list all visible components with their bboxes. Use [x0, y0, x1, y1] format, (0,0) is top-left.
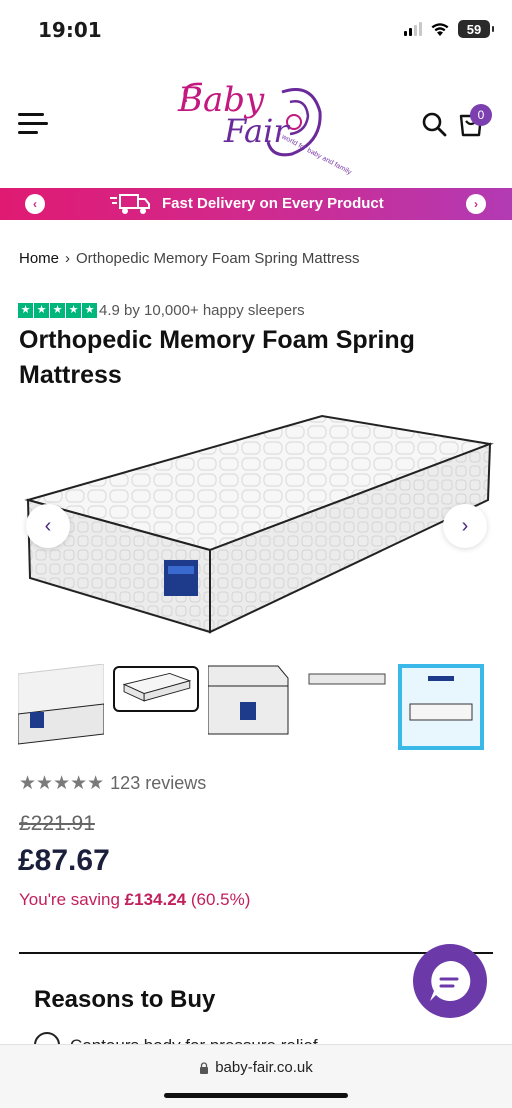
breadcrumb-home-link[interactable]: Home — [19, 250, 59, 267]
lock-icon — [200, 1061, 209, 1074]
reviews-count: 123 reviews — [110, 773, 207, 793]
product-main-image — [24, 414, 494, 634]
section-divider — [19, 952, 493, 954]
signal-icon — [404, 22, 422, 36]
search-icon[interactable] — [420, 110, 448, 138]
wifi-icon — [431, 22, 449, 36]
thumbnail-image[interactable] — [398, 664, 484, 750]
breadcrumb: Home › Orthopedic Memory Foam Spring Mat… — [19, 250, 359, 267]
gallery-prev-button[interactable]: ‹ — [26, 504, 70, 548]
saving-prefix: You're saving — [19, 890, 120, 909]
home-indicator — [164, 1093, 348, 1098]
breadcrumb-current: Orthopedic Memory Foam Spring Mattress — [76, 250, 360, 267]
rating-summary: ★ ★ ★ ★ ★ 4.9 by 10,000+ happy sleepers — [18, 302, 305, 319]
site-header: Baby Fair a world for baby and family 0 — [0, 58, 512, 188]
url-display[interactable]: baby-fair.co.uk — [0, 1059, 512, 1076]
cart-count-badge: 0 — [470, 104, 492, 126]
browser-url-bar[interactable]: baby-fair.co.uk — [0, 1044, 512, 1108]
thumbnail-image[interactable] — [18, 664, 104, 750]
promo-banner: ‹ Fast Delivery on Every Product › — [0, 188, 512, 220]
product-title: Orthopedic Memory Foam Spring Mattress — [19, 326, 415, 389]
saving-info: You're saving £134.24 (60.5%) — [19, 890, 250, 910]
thumbnail-image[interactable] — [208, 664, 294, 750]
saving-percent: (60.5%) — [190, 890, 251, 909]
saving-amount: £134.24 — [124, 890, 187, 909]
reviews-summary[interactable]: ★★★★★ 123 reviews — [19, 772, 206, 795]
star-icon: ★ — [82, 303, 97, 318]
star-icon: ★ — [66, 303, 81, 318]
status-time: 19:01 — [38, 18, 102, 42]
truck-icon — [110, 194, 150, 214]
rating-summary-text: 4.9 by 10,000+ happy sleepers — [99, 302, 305, 319]
promo-prev-button[interactable]: ‹ — [25, 194, 45, 214]
breadcrumb-chevron-icon: › — [65, 250, 71, 267]
status-icons: 59 — [404, 20, 494, 38]
thumbnail-image[interactable] — [113, 666, 199, 712]
thumbnail-strip — [18, 664, 484, 750]
status-bar: 19:01 59 — [0, 0, 512, 58]
chat-icon — [430, 960, 471, 1001]
review-stars-icon: ★★★★★ — [19, 773, 105, 794]
gallery-next-button[interactable]: › — [443, 504, 487, 548]
url-text: baby-fair.co.uk — [215, 1059, 313, 1076]
star-icon: ★ — [50, 303, 65, 318]
promo-text: Fast Delivery on Every Product — [162, 195, 384, 212]
original-price: £221.91 — [19, 812, 95, 835]
thumbnail-image[interactable] — [303, 664, 389, 750]
star-icon: ★ — [18, 303, 33, 318]
chat-button[interactable] — [413, 944, 487, 1018]
rating-stars: ★ ★ ★ ★ ★ — [18, 303, 97, 318]
menu-icon[interactable] — [18, 113, 48, 135]
sale-price: £87.67 — [18, 844, 110, 877]
site-logo[interactable]: Baby Fair a world for baby and family — [172, 72, 352, 176]
battery-icon: 59 — [458, 20, 494, 38]
promo-next-button[interactable]: › — [466, 194, 486, 214]
reasons-title: Reasons to Buy — [34, 986, 216, 1013]
star-icon: ★ — [34, 303, 49, 318]
